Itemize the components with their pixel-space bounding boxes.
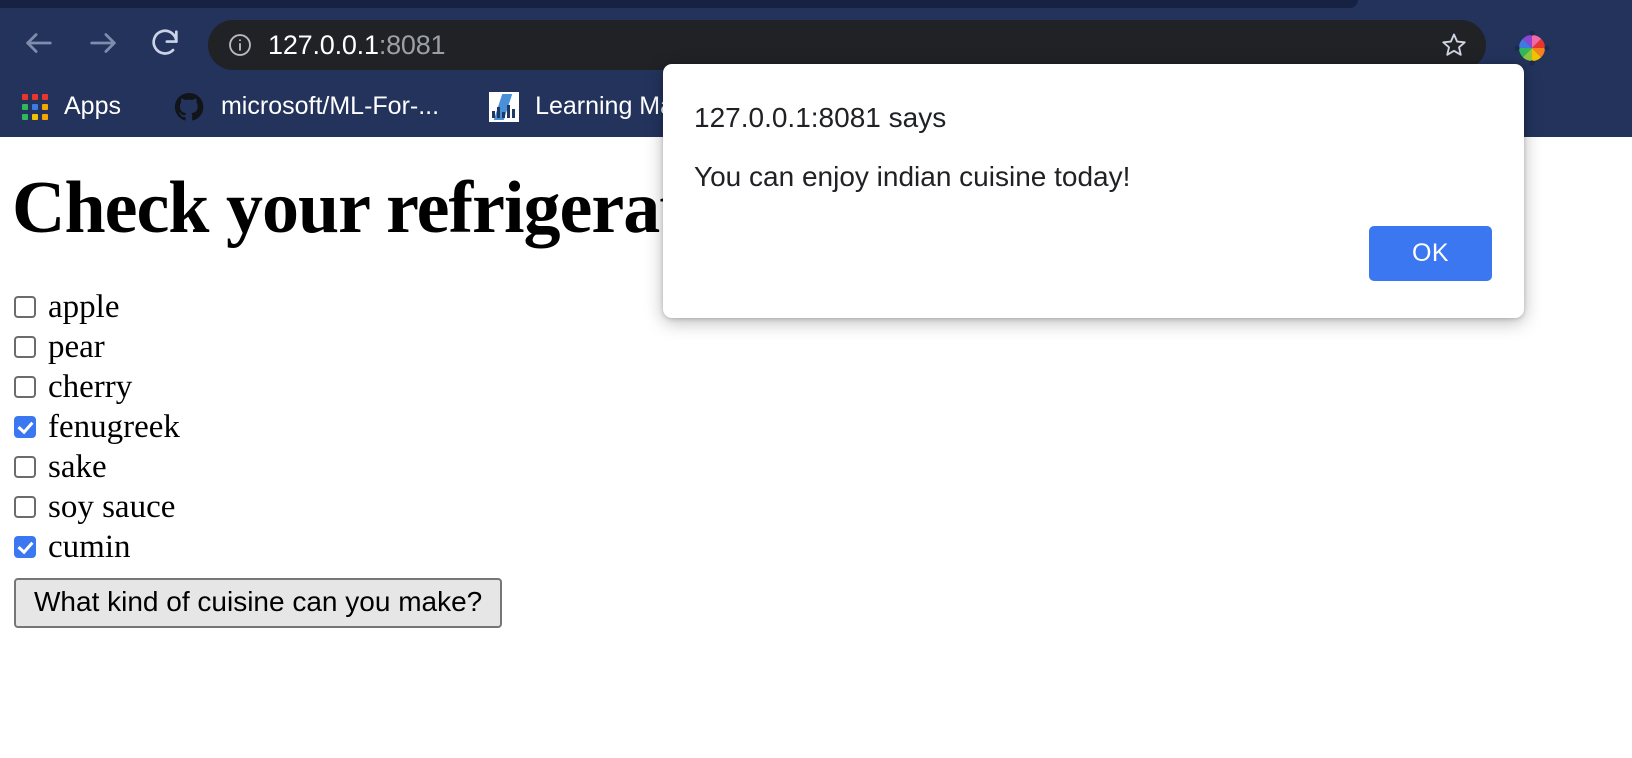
bookmark-github[interactable]: microsoft/ML-For-... xyxy=(173,87,439,127)
reload-button[interactable] xyxy=(142,20,188,66)
submit-cuisine-button[interactable]: What kind of cuisine can you make? xyxy=(14,578,503,628)
checkbox-cherry[interactable] xyxy=(14,376,36,398)
reload-icon xyxy=(152,29,178,55)
checkbox-label: pear xyxy=(48,328,105,365)
apps-grid-icon xyxy=(22,93,48,120)
arrow-left-icon xyxy=(26,33,52,53)
list-item[interactable]: soy sauce xyxy=(14,487,634,527)
checkbox-fenugreek[interactable] xyxy=(14,416,36,438)
list-item[interactable]: cherry xyxy=(14,367,634,407)
checkbox-apple[interactable] xyxy=(14,296,36,318)
github-icon xyxy=(173,91,205,123)
bookmark-apps[interactable]: Apps xyxy=(22,87,121,127)
ingredient-checkbox-list: apple pear cherry fenugreek sake soy sau… xyxy=(14,287,634,567)
forward-button[interactable] xyxy=(80,20,126,66)
color-wheel-avatar-icon[interactable] xyxy=(1514,30,1550,66)
page-title: Check your refrigerator. xyxy=(12,167,762,249)
javascript-alert-dialog: 127.0.0.1:8081 says You can enjoy indian… xyxy=(663,64,1524,318)
star-icon[interactable] xyxy=(1440,31,1468,59)
url-text: 127.0.0.1:8081 xyxy=(268,29,446,61)
url-host: 127.0.0.1 xyxy=(268,29,379,60)
checkbox-sake[interactable] xyxy=(14,456,36,478)
checkbox-label: sake xyxy=(48,448,107,485)
dialog-ok-button[interactable]: OK xyxy=(1369,226,1492,281)
list-item[interactable]: sake xyxy=(14,447,634,487)
arrow-right-icon xyxy=(90,33,116,53)
list-item[interactable]: pear xyxy=(14,327,634,367)
checkbox-label: cherry xyxy=(48,368,133,405)
list-item[interactable]: fenugreek xyxy=(14,407,634,447)
bookmark-apps-label: Apps xyxy=(64,92,121,120)
checkbox-pear[interactable] xyxy=(14,336,36,358)
active-tab[interactable] xyxy=(0,0,1358,8)
chart-favicon-icon xyxy=(489,91,520,122)
bookmark-github-label: microsoft/ML-For-... xyxy=(220,92,440,120)
info-circle-icon[interactable] xyxy=(226,31,254,59)
checkbox-soy-sauce[interactable] xyxy=(14,496,36,518)
address-bar[interactable]: 127.0.0.1:8081 xyxy=(208,20,1486,70)
checkbox-label: fenugreek xyxy=(48,408,180,445)
dialog-origin-text: 127.0.0.1:8081 says xyxy=(694,102,947,133)
dialog-message-text: You can enjoy indian cuisine today! xyxy=(694,161,1131,192)
checkbox-label: apple xyxy=(48,288,120,325)
list-item[interactable]: cumin xyxy=(14,527,634,567)
checkbox-cumin[interactable] xyxy=(14,536,36,558)
back-button[interactable] xyxy=(16,20,62,66)
checkbox-label: cumin xyxy=(48,528,131,565)
list-item[interactable]: apple xyxy=(14,287,634,327)
tab-strip xyxy=(0,0,1632,8)
url-port: :8081 xyxy=(378,29,446,60)
checkbox-label: soy sauce xyxy=(48,488,176,525)
